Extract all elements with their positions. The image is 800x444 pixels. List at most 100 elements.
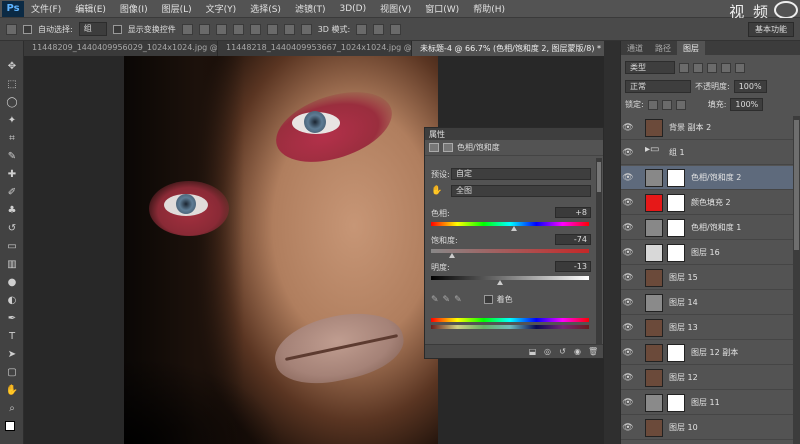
layer-row[interactable]: 👁 图层 10 <box>621 416 793 440</box>
align-left-icon[interactable] <box>232 23 244 35</box>
layer-mask-thumbnail[interactable] <box>667 243 685 262</box>
layer-thumbnail[interactable] <box>645 243 663 262</box>
properties-scrollbar[interactable] <box>596 158 602 344</box>
layer-row[interactable]: 👁 图层 15 <box>621 266 793 290</box>
saturation-slider-thumb[interactable] <box>448 253 455 258</box>
drag-3d-icon[interactable] <box>390 23 402 35</box>
dodge-icon[interactable]: ◐ <box>5 295 19 307</box>
layer-visibility-icon[interactable]: 👁 <box>621 373 635 383</box>
clip-to-layer-icon[interactable]: ⬓ <box>528 347 537 356</box>
show-transform-checkbox[interactable] <box>112 24 122 34</box>
layer-visibility-icon[interactable]: 👁 <box>621 173 635 183</box>
magic-wand-icon[interactable]: ✦ <box>5 115 19 127</box>
layer-visibility-icon[interactable]: 👁 <box>621 273 635 283</box>
clone-stamp-icon[interactable]: ♣ <box>5 205 19 217</box>
layer-thumbnail[interactable] <box>645 293 663 312</box>
menu-type[interactable]: 文字(Y) <box>199 2 244 15</box>
crop-icon[interactable]: ⌗ <box>5 133 19 145</box>
menu-file[interactable]: 文件(F) <box>24 2 68 15</box>
menu-edit[interactable]: 编辑(E) <box>68 2 113 15</box>
lock-pixels-icon[interactable] <box>647 99 658 110</box>
blur-icon[interactable]: ● <box>5 277 19 289</box>
roll-3d-icon[interactable] <box>373 23 385 35</box>
layer-row[interactable]: 👁 色相/饱和度 1 <box>621 216 793 240</box>
tab-document-2[interactable]: 11448218_1440409953667_1024x1024.jpg @ 6… <box>218 41 412 56</box>
layer-mask-thumbnail[interactable] <box>667 343 685 362</box>
view-previous-icon[interactable]: ◎ <box>543 347 552 356</box>
align-center-icon[interactable] <box>249 23 261 35</box>
menu-window[interactable]: 窗口(W) <box>418 2 466 15</box>
align-middle-icon[interactable] <box>198 23 210 35</box>
menu-layer[interactable]: 图层(L) <box>155 2 199 15</box>
filter-pixel-icon[interactable] <box>679 62 689 73</box>
lock-all-icon[interactable] <box>675 99 686 110</box>
layer-thumbnail[interactable] <box>645 218 663 237</box>
reset-icon[interactable]: ↺ <box>558 347 567 356</box>
hand-target-icon[interactable]: ✋ <box>431 186 447 196</box>
layer-row[interactable]: 👁 图层 13 <box>621 316 793 340</box>
tab-document-1[interactable]: 11448209_1440409956029_1024x1024.jpg @ 6… <box>24 41 218 56</box>
layer-row[interactable]: 👁 背景 副本 2 <box>621 116 793 140</box>
layer-visibility-icon[interactable]: 👁 <box>621 398 635 408</box>
saturation-value[interactable]: -74 <box>555 234 591 245</box>
foreground-color-icon[interactable] <box>5 421 15 431</box>
layer-visibility-icon[interactable]: 👁 <box>621 198 635 208</box>
layer-kind-filter[interactable]: 类型 <box>625 61 675 74</box>
align-bottom-icon[interactable] <box>215 23 227 35</box>
filter-shape-icon[interactable] <box>721 62 731 73</box>
menu-select[interactable]: 选择(S) <box>243 2 288 15</box>
layer-row[interactable]: 👁 色相/饱和度 2 <box>621 166 793 190</box>
eyedropper-icon[interactable]: ✎ <box>5 151 19 163</box>
zoom-icon[interactable]: ⌕ <box>5 403 19 415</box>
filter-type-icon[interactable] <box>707 62 717 73</box>
layer-row[interactable]: 👁 图层 12 <box>621 366 793 390</box>
layer-thumbnail[interactable] <box>645 343 663 362</box>
path-select-icon[interactable]: ➤ <box>5 349 19 361</box>
eyedropper-sample-icon[interactable]: ✎ <box>431 295 439 305</box>
brush-icon[interactable]: ✐ <box>5 187 19 199</box>
layer-visibility-icon[interactable]: 👁 <box>621 223 635 233</box>
workspace-selector[interactable]: 基本功能 <box>748 22 794 37</box>
layer-thumbnail[interactable] <box>645 268 663 287</box>
lasso-icon[interactable]: ◯ <box>5 97 19 109</box>
layer-row[interactable]: 👁 图层 11 <box>621 391 793 415</box>
gradient-icon[interactable]: ▥ <box>5 259 19 271</box>
layer-mask-thumbnail[interactable] <box>667 168 685 187</box>
layer-row[interactable]: 👁 图层 14 <box>621 291 793 315</box>
layers-scroll-thumb[interactable] <box>794 120 799 250</box>
tab-document-3[interactable]: 未标题-4 @ 66.7% (色相/饱和度 2, 图层蒙版/8) * <box>412 41 606 56</box>
history-brush-icon[interactable]: ↺ <box>5 223 19 235</box>
move-tool-icon[interactable] <box>6 23 17 35</box>
move-icon[interactable]: ✥ <box>5 61 19 73</box>
type-icon[interactable]: T <box>5 331 19 343</box>
distribute-icon[interactable] <box>283 23 295 35</box>
eyedropper-add-icon[interactable]: ✎ <box>443 295 451 305</box>
eyedropper-subtract-icon[interactable]: ✎ <box>454 295 462 305</box>
hue-slider-thumb[interactable] <box>510 226 517 231</box>
filter-smart-icon[interactable] <box>735 62 745 73</box>
layer-visibility-icon[interactable]: 👁 <box>621 298 635 308</box>
mask-icon[interactable] <box>443 143 453 152</box>
align-right-icon[interactable] <box>266 23 278 35</box>
layer-thumbnail[interactable] <box>645 193 663 212</box>
healing-brush-icon[interactable]: ✚ <box>5 169 19 181</box>
distribute-2-icon[interactable] <box>300 23 312 35</box>
layer-visibility-icon[interactable]: 👁 <box>621 148 635 158</box>
lightness-slider-track[interactable] <box>431 276 589 280</box>
auto-select-dropdown[interactable]: 组 <box>78 22 107 36</box>
layer-visibility-icon[interactable]: 👁 <box>621 323 635 333</box>
layer-visibility-icon[interactable]: 👁 <box>621 123 635 133</box>
menu-filter[interactable]: 滤镜(T) <box>288 2 333 15</box>
lightness-slider-thumb[interactable] <box>496 280 503 285</box>
lock-position-icon[interactable] <box>661 99 672 110</box>
align-top-icon[interactable] <box>181 23 193 35</box>
layer-thumbnail[interactable] <box>645 393 663 412</box>
tab-channels[interactable]: 通道 <box>621 41 649 55</box>
filter-adjust-icon[interactable] <box>693 62 703 73</box>
opacity-value[interactable]: 100% <box>733 80 767 93</box>
visibility-icon[interactable]: ◉ <box>573 347 582 356</box>
layer-thumbnail[interactable] <box>645 168 663 187</box>
layer-mask-thumbnail[interactable] <box>667 193 685 212</box>
layer-thumbnail[interactable] <box>645 418 663 437</box>
layer-visibility-icon[interactable]: 👁 <box>621 423 635 433</box>
